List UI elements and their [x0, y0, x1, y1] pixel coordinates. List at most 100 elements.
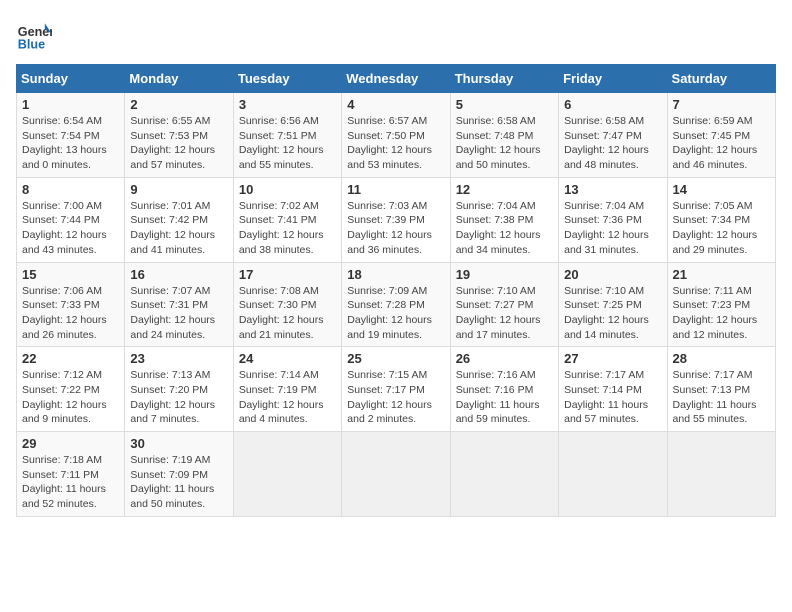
- day-info: Sunrise: 6:59 AMSunset: 7:45 PMDaylight:…: [673, 115, 758, 171]
- calendar-cell: 10 Sunrise: 7:02 AMSunset: 7:41 PMDaylig…: [233, 177, 341, 262]
- weekday-friday: Friday: [559, 65, 667, 93]
- calendar-cell: 19 Sunrise: 7:10 AMSunset: 7:27 PMDaylig…: [450, 262, 558, 347]
- day-number: 16: [130, 267, 227, 282]
- weekday-header-row: SundayMondayTuesdayWednesdayThursdayFrid…: [17, 65, 776, 93]
- calendar-cell: [342, 432, 450, 517]
- calendar-cell: [233, 432, 341, 517]
- logo-icon: General Blue: [16, 16, 52, 52]
- day-info: Sunrise: 7:12 AMSunset: 7:22 PMDaylight:…: [22, 369, 107, 425]
- day-info: Sunrise: 7:17 AMSunset: 7:14 PMDaylight:…: [564, 369, 648, 425]
- day-info: Sunrise: 7:19 AMSunset: 7:09 PMDaylight:…: [130, 454, 214, 510]
- day-info: Sunrise: 7:06 AMSunset: 7:33 PMDaylight:…: [22, 285, 107, 341]
- day-number: 15: [22, 267, 119, 282]
- day-number: 30: [130, 436, 227, 451]
- calendar-week-row: 8 Sunrise: 7:00 AMSunset: 7:44 PMDayligh…: [17, 177, 776, 262]
- day-number: 25: [347, 351, 444, 366]
- day-info: Sunrise: 7:00 AMSunset: 7:44 PMDaylight:…: [22, 200, 107, 256]
- day-info: Sunrise: 7:10 AMSunset: 7:25 PMDaylight:…: [564, 285, 649, 341]
- day-number: 13: [564, 182, 661, 197]
- calendar-cell: 14 Sunrise: 7:05 AMSunset: 7:34 PMDaylig…: [667, 177, 775, 262]
- calendar-table: SundayMondayTuesdayWednesdayThursdayFrid…: [16, 64, 776, 517]
- calendar-cell: 18 Sunrise: 7:09 AMSunset: 7:28 PMDaylig…: [342, 262, 450, 347]
- weekday-sunday: Sunday: [17, 65, 125, 93]
- day-number: 17: [239, 267, 336, 282]
- calendar-cell: 4 Sunrise: 6:57 AMSunset: 7:50 PMDayligh…: [342, 93, 450, 178]
- calendar-cell: [667, 432, 775, 517]
- calendar-cell: 23 Sunrise: 7:13 AMSunset: 7:20 PMDaylig…: [125, 347, 233, 432]
- calendar-cell: 9 Sunrise: 7:01 AMSunset: 7:42 PMDayligh…: [125, 177, 233, 262]
- calendar-cell: 26 Sunrise: 7:16 AMSunset: 7:16 PMDaylig…: [450, 347, 558, 432]
- calendar-cell: 24 Sunrise: 7:14 AMSunset: 7:19 PMDaylig…: [233, 347, 341, 432]
- weekday-monday: Monday: [125, 65, 233, 93]
- day-number: 18: [347, 267, 444, 282]
- day-number: 27: [564, 351, 661, 366]
- day-number: 1: [22, 97, 119, 112]
- calendar-cell: 16 Sunrise: 7:07 AMSunset: 7:31 PMDaylig…: [125, 262, 233, 347]
- day-number: 6: [564, 97, 661, 112]
- day-info: Sunrise: 7:14 AMSunset: 7:19 PMDaylight:…: [239, 369, 324, 425]
- calendar-cell: 8 Sunrise: 7:00 AMSunset: 7:44 PMDayligh…: [17, 177, 125, 262]
- day-info: Sunrise: 7:05 AMSunset: 7:34 PMDaylight:…: [673, 200, 758, 256]
- day-number: 8: [22, 182, 119, 197]
- day-number: 7: [673, 97, 770, 112]
- day-info: Sunrise: 7:03 AMSunset: 7:39 PMDaylight:…: [347, 200, 432, 256]
- day-number: 4: [347, 97, 444, 112]
- day-info: Sunrise: 6:54 AMSunset: 7:54 PMDaylight:…: [22, 115, 107, 171]
- calendar-cell: 5 Sunrise: 6:58 AMSunset: 7:48 PMDayligh…: [450, 93, 558, 178]
- weekday-tuesday: Tuesday: [233, 65, 341, 93]
- day-info: Sunrise: 6:56 AMSunset: 7:51 PMDaylight:…: [239, 115, 324, 171]
- calendar-cell: 17 Sunrise: 7:08 AMSunset: 7:30 PMDaylig…: [233, 262, 341, 347]
- calendar-cell: 2 Sunrise: 6:55 AMSunset: 7:53 PMDayligh…: [125, 93, 233, 178]
- day-number: 5: [456, 97, 553, 112]
- calendar-cell: 22 Sunrise: 7:12 AMSunset: 7:22 PMDaylig…: [17, 347, 125, 432]
- calendar-cell: 11 Sunrise: 7:03 AMSunset: 7:39 PMDaylig…: [342, 177, 450, 262]
- day-number: 29: [22, 436, 119, 451]
- day-number: 24: [239, 351, 336, 366]
- day-info: Sunrise: 7:04 AMSunset: 7:36 PMDaylight:…: [564, 200, 649, 256]
- day-number: 14: [673, 182, 770, 197]
- calendar-cell: 1 Sunrise: 6:54 AMSunset: 7:54 PMDayligh…: [17, 93, 125, 178]
- day-info: Sunrise: 7:02 AMSunset: 7:41 PMDaylight:…: [239, 200, 324, 256]
- calendar-cell: 13 Sunrise: 7:04 AMSunset: 7:36 PMDaylig…: [559, 177, 667, 262]
- calendar-week-row: 22 Sunrise: 7:12 AMSunset: 7:22 PMDaylig…: [17, 347, 776, 432]
- day-number: 28: [673, 351, 770, 366]
- day-info: Sunrise: 7:13 AMSunset: 7:20 PMDaylight:…: [130, 369, 215, 425]
- calendar-cell: [559, 432, 667, 517]
- day-info: Sunrise: 7:11 AMSunset: 7:23 PMDaylight:…: [673, 285, 758, 341]
- day-info: Sunrise: 7:16 AMSunset: 7:16 PMDaylight:…: [456, 369, 540, 425]
- weekday-thursday: Thursday: [450, 65, 558, 93]
- day-info: Sunrise: 7:08 AMSunset: 7:30 PMDaylight:…: [239, 285, 324, 341]
- day-number: 22: [22, 351, 119, 366]
- day-number: 23: [130, 351, 227, 366]
- calendar-body: 1 Sunrise: 6:54 AMSunset: 7:54 PMDayligh…: [17, 93, 776, 517]
- calendar-cell: 30 Sunrise: 7:19 AMSunset: 7:09 PMDaylig…: [125, 432, 233, 517]
- day-info: Sunrise: 7:07 AMSunset: 7:31 PMDaylight:…: [130, 285, 215, 341]
- day-info: Sunrise: 7:04 AMSunset: 7:38 PMDaylight:…: [456, 200, 541, 256]
- day-number: 19: [456, 267, 553, 282]
- logo: General Blue: [16, 16, 52, 52]
- calendar-cell: 3 Sunrise: 6:56 AMSunset: 7:51 PMDayligh…: [233, 93, 341, 178]
- day-info: Sunrise: 6:57 AMSunset: 7:50 PMDaylight:…: [347, 115, 432, 171]
- calendar-cell: 12 Sunrise: 7:04 AMSunset: 7:38 PMDaylig…: [450, 177, 558, 262]
- calendar-cell: 15 Sunrise: 7:06 AMSunset: 7:33 PMDaylig…: [17, 262, 125, 347]
- calendar-cell: 20 Sunrise: 7:10 AMSunset: 7:25 PMDaylig…: [559, 262, 667, 347]
- svg-text:Blue: Blue: [18, 37, 45, 51]
- day-number: 9: [130, 182, 227, 197]
- calendar-cell: 6 Sunrise: 6:58 AMSunset: 7:47 PMDayligh…: [559, 93, 667, 178]
- day-info: Sunrise: 7:17 AMSunset: 7:13 PMDaylight:…: [673, 369, 757, 425]
- day-number: 12: [456, 182, 553, 197]
- calendar-week-row: 15 Sunrise: 7:06 AMSunset: 7:33 PMDaylig…: [17, 262, 776, 347]
- day-info: Sunrise: 7:15 AMSunset: 7:17 PMDaylight:…: [347, 369, 432, 425]
- calendar-week-row: 1 Sunrise: 6:54 AMSunset: 7:54 PMDayligh…: [17, 93, 776, 178]
- day-info: Sunrise: 6:55 AMSunset: 7:53 PMDaylight:…: [130, 115, 215, 171]
- day-info: Sunrise: 6:58 AMSunset: 7:48 PMDaylight:…: [456, 115, 541, 171]
- calendar-week-row: 29 Sunrise: 7:18 AMSunset: 7:11 PMDaylig…: [17, 432, 776, 517]
- weekday-saturday: Saturday: [667, 65, 775, 93]
- day-number: 2: [130, 97, 227, 112]
- calendar-cell: 27 Sunrise: 7:17 AMSunset: 7:14 PMDaylig…: [559, 347, 667, 432]
- day-info: Sunrise: 7:01 AMSunset: 7:42 PMDaylight:…: [130, 200, 215, 256]
- weekday-wednesday: Wednesday: [342, 65, 450, 93]
- page-header: General Blue: [16, 16, 776, 52]
- day-number: 26: [456, 351, 553, 366]
- day-number: 10: [239, 182, 336, 197]
